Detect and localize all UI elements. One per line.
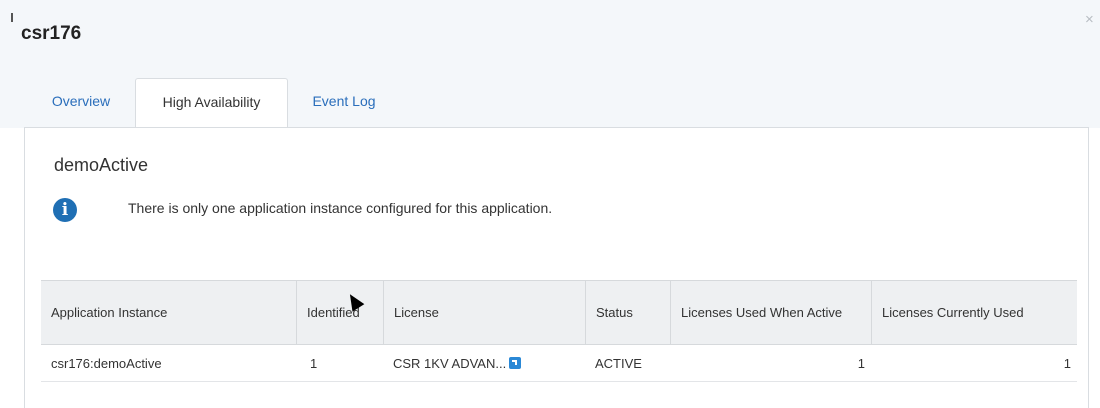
cell-license: CSR 1KV ADVAN... [383,345,585,381]
table-row[interactable]: csr176:demoActive 1 CSR 1KV ADVAN... ACT… [41,345,1077,382]
close-icon[interactable]: × [1085,11,1094,28]
column-identified[interactable]: Identified [296,281,383,344]
tab-overview[interactable]: Overview [46,78,116,127]
cell-used-when-active: 1 [857,355,865,371]
instances-table: Application Instance Identified License … [41,280,1077,382]
external-link-icon[interactable] [509,357,522,369]
column-license[interactable]: License [383,281,585,344]
tab-bar: Overview High Availability Event Log [0,78,1100,129]
cell-instance: csr176:demoActive [51,355,162,371]
cell-currently-used: 1 [1063,355,1071,371]
table-header: Application Instance Identified License … [41,280,1077,345]
dialog-title: csr176 [21,23,82,44]
column-status[interactable]: Status [585,281,670,344]
application-name: demoActive [54,155,149,175]
dialog-header: csr176 × Overview High Availability Even… [0,0,1100,129]
column-application-instance[interactable]: Application Instance [41,281,296,344]
column-licenses-currently-used[interactable]: Licenses Currently Used [871,281,1077,344]
column-licenses-used-when-active[interactable]: Licenses Used When Active [670,281,871,344]
tab-event-log[interactable]: Event Log [306,78,382,127]
info-message: There is only one application instance c… [128,200,553,216]
high-availability-panel: demoActive i There is only one applicati… [24,127,1089,408]
tab-high-availability[interactable]: High Availability [135,78,288,129]
license-name: CSR 1KV ADVAN... [393,355,507,371]
cell-identified: 1 [310,355,318,371]
cell-status: ACTIVE [595,355,642,371]
corner-mark [11,13,13,22]
info-icon: i [53,198,77,222]
